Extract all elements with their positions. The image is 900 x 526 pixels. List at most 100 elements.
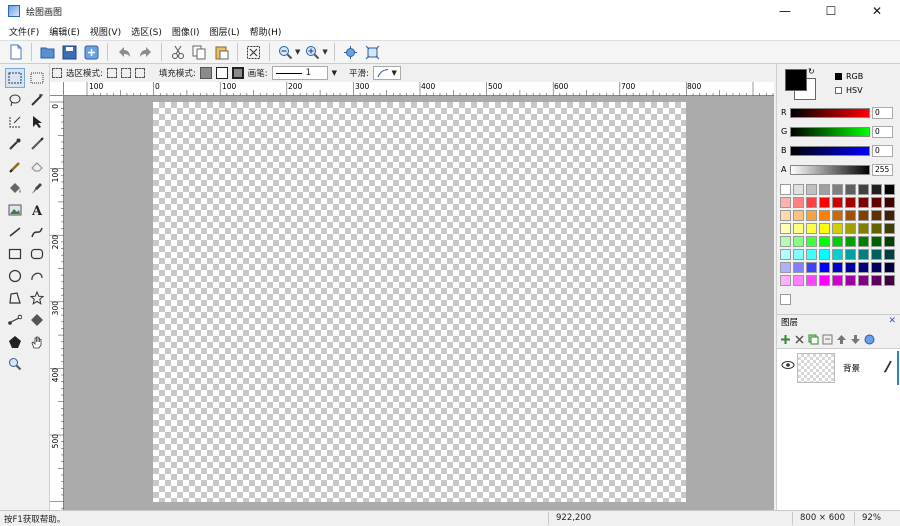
paintbrush-icon[interactable] — [5, 156, 25, 176]
pencil-icon[interactable] — [27, 134, 47, 154]
eraser-icon[interactable] — [27, 156, 47, 176]
polygon-icon[interactable] — [5, 288, 25, 308]
palette-swatch[interactable] — [845, 197, 856, 208]
mode-hsv-option[interactable]: HSV — [835, 86, 863, 95]
palette-swatch[interactable] — [819, 236, 830, 247]
palette-swatch[interactable] — [832, 210, 843, 221]
palette-swatch[interactable] — [871, 223, 882, 234]
palette-swatch[interactable] — [780, 197, 791, 208]
palette-swatch[interactable] — [793, 223, 804, 234]
palette-swatch[interactable] — [806, 275, 817, 286]
palette-swatch[interactable] — [871, 184, 882, 195]
palette-swatch[interactable] — [871, 210, 882, 221]
palette-swatch[interactable] — [871, 275, 882, 286]
brush-width-select[interactable]: 1 — [271, 66, 328, 80]
menu-file[interactable]: 文件(F) — [4, 25, 44, 38]
palette-swatch[interactable] — [806, 210, 817, 221]
move-layer-up-icon[interactable] — [835, 333, 847, 345]
palette-swatch[interactable] — [858, 275, 869, 286]
line-icon[interactable] — [5, 222, 25, 242]
move-pixels-icon[interactable] — [27, 112, 47, 132]
ellipse-select-icon[interactable] — [5, 112, 25, 132]
close-button[interactable]: ✕ — [854, 0, 900, 22]
zoom-out-icon[interactable] — [276, 43, 295, 62]
actual-size-icon[interactable] — [363, 43, 382, 62]
zoom-in-icon[interactable] — [303, 43, 322, 62]
palette-swatch[interactable] — [884, 249, 895, 260]
new-file-icon[interactable] — [6, 43, 25, 62]
menu-layer[interactable]: 图层(L) — [205, 25, 245, 38]
palette-swatch[interactable] — [845, 236, 856, 247]
palette-swatch[interactable] — [884, 223, 895, 234]
b-channel-input[interactable]: 0 — [872, 145, 893, 157]
palette-swatch[interactable] — [793, 210, 804, 221]
redo-icon[interactable] — [136, 43, 155, 62]
color-picker-icon[interactable] — [5, 134, 25, 154]
menu-edit[interactable]: 编辑(E) — [44, 25, 85, 38]
layer-properties-icon[interactable] — [863, 333, 875, 345]
mode-rgb-option[interactable]: RGB — [835, 72, 863, 81]
a-channel-slider[interactable] — [790, 165, 870, 175]
r-channel-input[interactable]: 0 — [872, 107, 893, 119]
rectangle-icon[interactable] — [5, 244, 25, 264]
palette-swatch[interactable] — [780, 236, 791, 247]
palette-swatch[interactable] — [845, 262, 856, 273]
palette-swatch[interactable] — [793, 236, 804, 247]
menu-help[interactable]: 帮助(H) — [245, 25, 287, 38]
palette-extra-swatch[interactable] — [780, 294, 791, 305]
merge-layer-icon[interactable] — [821, 333, 833, 345]
palette-swatch[interactable] — [793, 249, 804, 260]
zoom-tool-icon[interactable] — [5, 354, 25, 374]
drawing-canvas[interactable] — [153, 102, 686, 502]
palette-swatch[interactable] — [793, 197, 804, 208]
palette-swatch[interactable] — [845, 223, 856, 234]
palette-swatch[interactable] — [884, 275, 895, 286]
g-channel-slider[interactable] — [790, 127, 870, 137]
export-icon[interactable] — [82, 43, 101, 62]
select-mode-replace-icon[interactable] — [106, 68, 117, 78]
palette-swatch[interactable] — [819, 210, 830, 221]
b-channel-slider[interactable] — [790, 146, 870, 156]
palette-swatch[interactable] — [871, 197, 882, 208]
palette-swatch[interactable] — [884, 184, 895, 195]
palette-swatch[interactable] — [819, 223, 830, 234]
fit-window-icon[interactable] — [341, 43, 360, 62]
star-icon[interactable] — [27, 288, 47, 308]
palette-swatch[interactable] — [871, 236, 882, 247]
palette-swatch[interactable] — [819, 249, 830, 260]
move-layer-down-icon[interactable] — [849, 333, 861, 345]
curve-icon[interactable] — [27, 222, 47, 242]
palette-swatch[interactable] — [832, 184, 843, 195]
palette-swatch[interactable] — [858, 197, 869, 208]
palette-swatch[interactable] — [793, 275, 804, 286]
brush-dropdown-icon[interactable]: ▼ — [332, 69, 337, 77]
menu-select[interactable]: 选区(S) — [126, 25, 167, 38]
palette-swatch[interactable] — [858, 249, 869, 260]
save-icon[interactable] — [60, 43, 79, 62]
delete-layer-icon[interactable] — [793, 333, 805, 345]
palette-swatch[interactable] — [806, 236, 817, 247]
palette-swatch[interactable] — [858, 184, 869, 195]
rounded-rectangle-icon[interactable] — [27, 244, 47, 264]
palette-swatch[interactable] — [871, 262, 882, 273]
g-channel-input[interactable]: 0 — [872, 126, 893, 138]
palette-swatch[interactable] — [780, 210, 791, 221]
zoom-out-dropdown-icon[interactable]: ▼ — [295, 48, 300, 56]
palette-swatch[interactable] — [858, 210, 869, 221]
palette-swatch[interactable] — [806, 223, 817, 234]
freeform-shape-icon[interactable] — [27, 266, 47, 286]
layer-edit-pencil-icon[interactable] — [883, 359, 893, 376]
palette-swatch[interactable] — [832, 197, 843, 208]
palette-swatch[interactable] — [832, 249, 843, 260]
image-icon[interactable] — [5, 200, 25, 220]
palette-swatch[interactable] — [871, 249, 882, 260]
paint-bucket-icon[interactable] — [5, 178, 25, 198]
primary-color-swatch[interactable] — [785, 69, 807, 91]
palette-swatch[interactable] — [806, 184, 817, 195]
zoom-in-dropdown-icon[interactable]: ▼ — [322, 48, 327, 56]
palette-swatch[interactable] — [845, 184, 856, 195]
palette-swatch[interactable] — [858, 262, 869, 273]
palette-swatch[interactable] — [884, 197, 895, 208]
pen-icon[interactable] — [5, 332, 25, 352]
palette-swatch[interactable] — [858, 236, 869, 247]
